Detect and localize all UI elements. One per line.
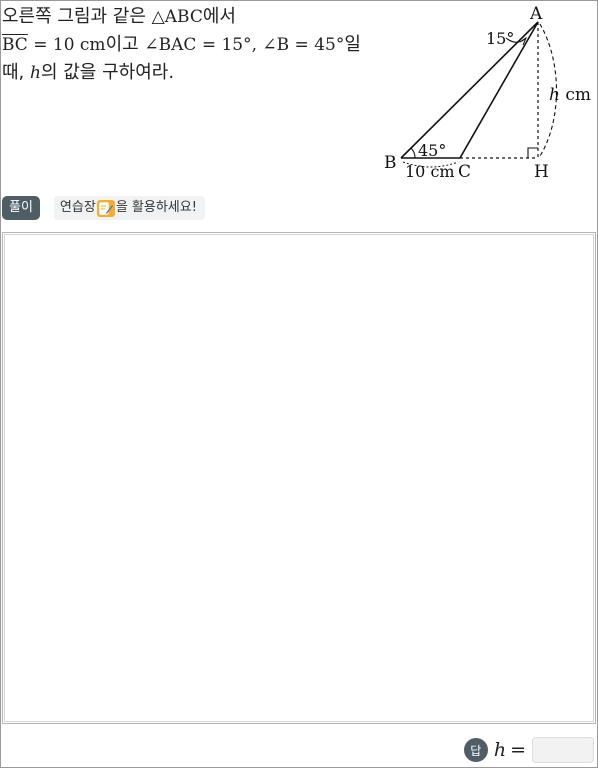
height-variable-label: h <box>549 85 560 105</box>
solution-toolbar: 풀이 연습장 을 활용하세요! <box>2 196 205 220</box>
hint-text: 연습장 <box>59 200 96 215</box>
foot-h-label: H <box>534 162 549 182</box>
problem-text: 이고 <box>105 34 145 55</box>
vertex-a-label: A <box>529 4 543 24</box>
right-angle-mark <box>527 147 538 158</box>
answer-row: 답 h = <box>463 736 594 764</box>
height-variable: h <box>30 63 41 83</box>
segment-bc: BC <box>2 35 28 55</box>
vertex-c-label: C <box>458 162 471 182</box>
hint-text: 을 활용하세요! <box>115 200 197 215</box>
problem-line-2: BC = 10 cm이고 ∠BAC = 15°, ∠B = 45°일 <box>2 31 382 59</box>
problem-text: 오른쪽 그림과 같은 <box>2 6 152 27</box>
side-bc-label: 10 cm <box>405 162 455 181</box>
answer-badge: 답 <box>463 738 488 762</box>
workspace-inner-border <box>4 234 594 722</box>
problem-text: 때, <box>2 62 31 83</box>
vertex-b-label: B <box>384 153 397 173</box>
solve-button[interactable]: 풀이 <box>2 196 40 220</box>
answer-equals: = <box>510 739 526 761</box>
problem-line-3: 때, h의 값을 구하여라. <box>2 59 382 87</box>
angle-a-label: 15° <box>486 29 514 48</box>
notepad-hint: 연습장 을 활용하세요! <box>53 196 205 220</box>
notepad-icon[interactable] <box>96 199 115 217</box>
triangle-notation: △ABC <box>151 7 203 27</box>
problem-text: 에서 <box>202 6 236 27</box>
problem-text: 일 <box>344 34 361 55</box>
triangle-figure: A B C H 15° 45° 10 cm h cm <box>384 4 591 182</box>
height-label: h cm <box>549 85 591 105</box>
angle-conditions: ∠BAC = 15°, ∠B = 45° <box>144 35 345 55</box>
problem-statement: 오른쪽 그림과 같은 △ABC에서 BC = 10 cm이고 ∠BAC = 15… <box>2 3 382 87</box>
answer-input[interactable] <box>532 737 594 763</box>
angle-b-label: 45° <box>418 141 446 160</box>
angle-b-arc <box>410 147 416 159</box>
segment-length: = 10 cm <box>27 35 106 55</box>
scratch-workspace[interactable] <box>2 232 596 724</box>
problem-line-1: 오른쪽 그림과 같은 △ABC에서 <box>2 3 382 31</box>
problem-text: 의 값을 구하여라. <box>40 62 175 83</box>
height-unit-label: cm <box>560 85 591 105</box>
answer-variable: h <box>493 739 507 761</box>
